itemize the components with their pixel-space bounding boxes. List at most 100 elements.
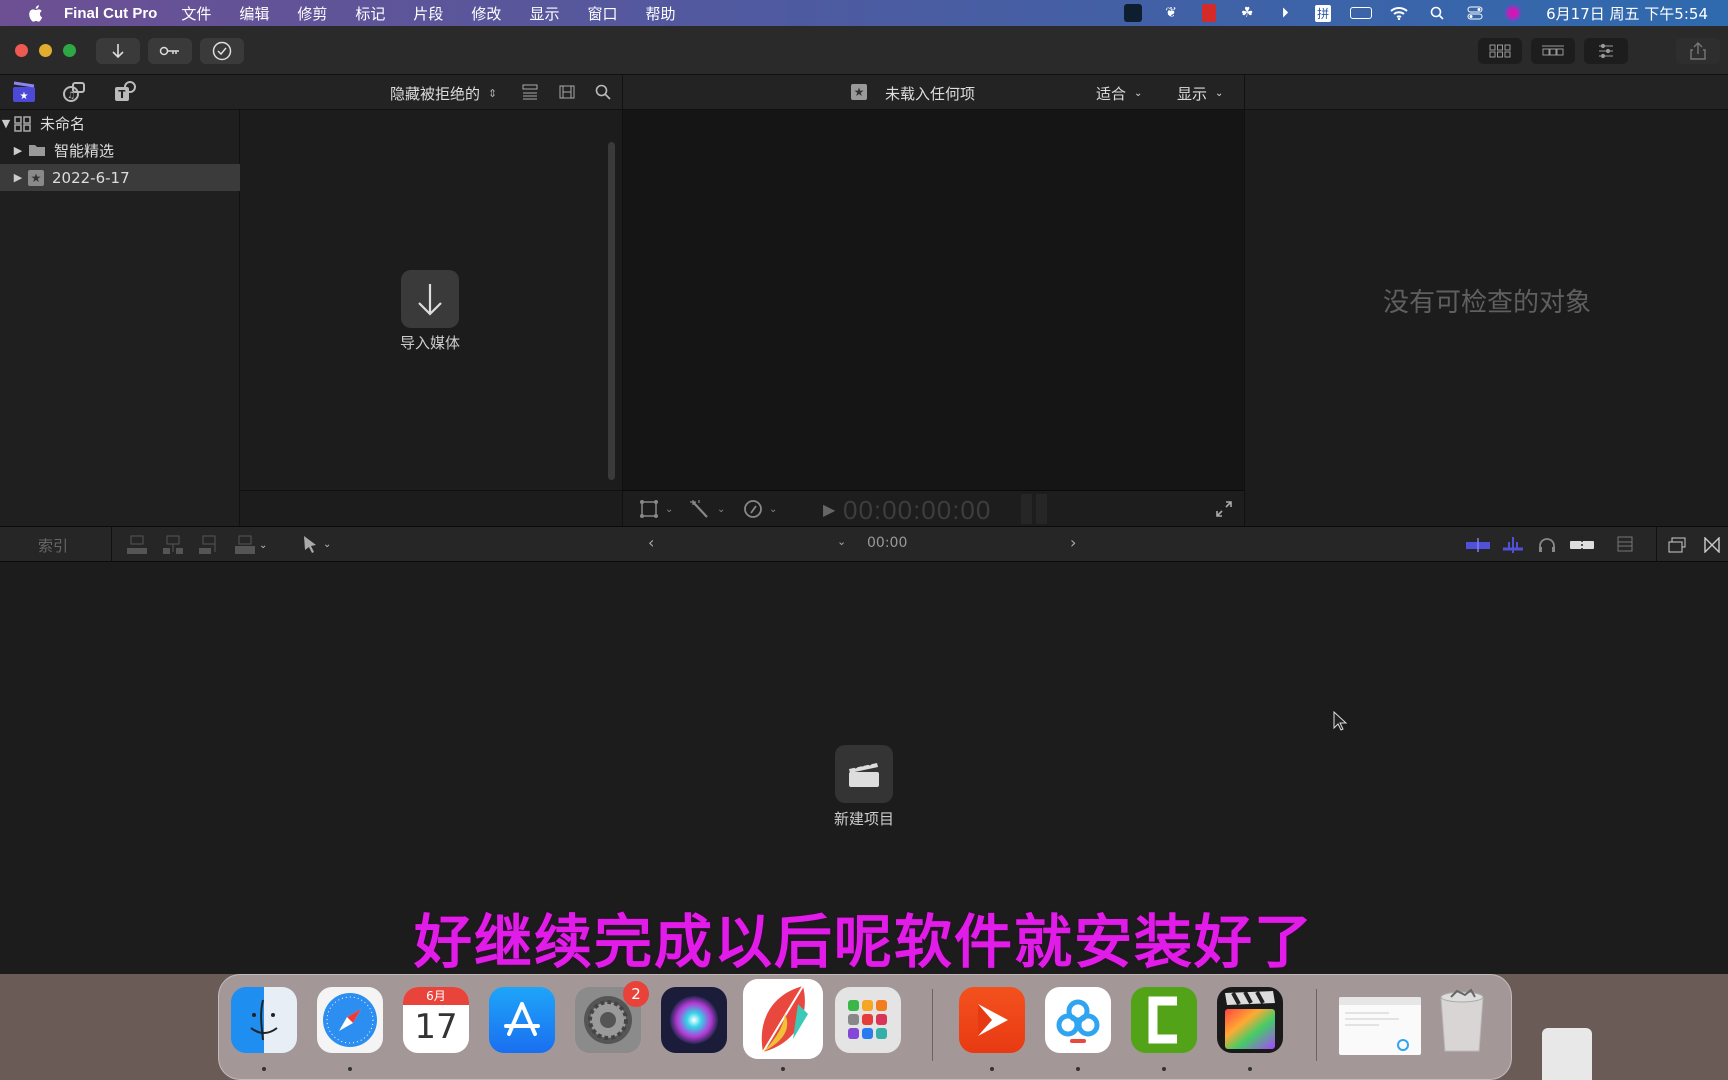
filter-popup[interactable]: 隐藏被拒绝的 ⇕ xyxy=(390,83,497,104)
insert-clip-icon[interactable] xyxy=(163,535,183,555)
import-media-button[interactable] xyxy=(401,270,459,328)
timeline-forward-button[interactable]: › xyxy=(1070,533,1076,552)
dock-colorful-app[interactable] xyxy=(743,979,823,1059)
wifi-icon[interactable] xyxy=(1388,3,1410,23)
append-clip-icon[interactable] xyxy=(199,535,219,555)
dock-camtasia[interactable] xyxy=(1131,987,1197,1053)
control-center-icon[interactable] xyxy=(1464,3,1486,23)
browser-scrollbar[interactable] xyxy=(608,142,615,480)
chevron-down-icon[interactable]: ⌄ xyxy=(837,535,846,548)
titles-generators-icon: T xyxy=(115,81,136,101)
menu-mark[interactable]: 标记 xyxy=(355,3,385,24)
dock-launchpad[interactable] xyxy=(835,987,901,1053)
dock-calendar[interactable]: 6月 17 xyxy=(403,987,469,1053)
snapping-icon[interactable] xyxy=(1570,536,1594,554)
skimming-icon[interactable] xyxy=(1466,538,1490,552)
menu-modify[interactable]: 修改 xyxy=(471,3,501,24)
libraries-tab[interactable]: ★ xyxy=(12,81,36,103)
timeline-back-button[interactable]: ‹ xyxy=(648,533,654,552)
library-row[interactable]: ▼ 未命名 xyxy=(0,110,240,137)
dock-safari[interactable] xyxy=(317,987,383,1053)
fullscreen-icon[interactable] xyxy=(1215,500,1233,518)
share-button[interactable] xyxy=(1676,38,1720,64)
desktop-printer-icon[interactable] xyxy=(1542,1028,1592,1080)
sidebar-item-event[interactable]: ▶ ★ 2022-6-17 xyxy=(0,164,240,191)
browser-footer xyxy=(240,490,622,526)
transform-button[interactable]: ⌄ xyxy=(639,499,673,519)
clip-appearance-button[interactable] xyxy=(522,84,538,104)
headphones-icon[interactable] xyxy=(1538,537,1556,553)
app-icon-dark[interactable] xyxy=(1122,3,1144,23)
dock-final-cut-pro[interactable] xyxy=(1217,987,1283,1053)
photos-audio-icon: ♫ xyxy=(63,82,85,102)
spotlight-search-icon[interactable] xyxy=(1426,3,1448,23)
menu-file[interactable]: 文件 xyxy=(181,3,211,24)
photos-audio-tab[interactable]: ♫ xyxy=(62,81,86,103)
play-icon[interactable]: ▶ xyxy=(823,500,835,519)
zoom-window-button[interactable] xyxy=(63,44,76,57)
minimize-window-button[interactable] xyxy=(39,44,52,57)
dock-media-player[interactable] xyxy=(959,987,1025,1053)
import-icon xyxy=(112,44,124,59)
apple-menu-icon[interactable] xyxy=(24,2,46,24)
filmstrip-button[interactable] xyxy=(559,84,575,104)
close-window-button[interactable] xyxy=(15,44,28,57)
event-star-icon: ★ xyxy=(28,169,44,186)
timeline-index-window-icon[interactable] xyxy=(1668,537,1686,553)
inspector-layout-button[interactable] xyxy=(1584,38,1628,64)
timeline-layout-icon xyxy=(1542,45,1564,56)
select-tool-button[interactable]: ⌄ xyxy=(303,535,331,553)
dock-app-store[interactable] xyxy=(489,987,555,1053)
timeline-index-button[interactable]: 索引 xyxy=(38,535,68,556)
red-app-icon[interactable] xyxy=(1198,3,1220,23)
running-indicator xyxy=(781,1067,785,1071)
sidebar-item-label: 2022-6-17 xyxy=(52,168,130,187)
sidebar-item-smart-collections[interactable]: ▶ 智能精选 xyxy=(0,137,240,164)
dock-finder[interactable] xyxy=(231,987,297,1053)
menu-clip[interactable]: 片段 xyxy=(413,3,443,24)
menu-trim[interactable]: 修剪 xyxy=(297,3,327,24)
retime-button[interactable]: ⌄ xyxy=(743,499,777,519)
dock-document-window[interactable] xyxy=(1339,997,1421,1055)
menu-view[interactable]: 显示 xyxy=(529,3,559,24)
magic-wand-icon xyxy=(690,500,708,518)
enhance-button[interactable]: ⌄ xyxy=(689,499,725,519)
keyword-button[interactable] xyxy=(148,38,192,64)
audio-skimming-icon[interactable] xyxy=(1503,537,1523,553)
transitions-browser-icon[interactable] xyxy=(1704,537,1720,553)
leaf-icon[interactable]: ❦ xyxy=(1160,3,1182,23)
viewer-pane xyxy=(622,110,1244,490)
new-project-button[interactable] xyxy=(835,745,893,803)
pinyin-input-icon[interactable]: 拼 xyxy=(1312,3,1334,23)
view-popup[interactable]: 显示 ⌄ xyxy=(1177,83,1223,104)
menu-window[interactable]: 窗口 xyxy=(587,3,617,24)
disclosure-open-icon[interactable]: ▼ xyxy=(0,117,12,130)
filmstrip-icon xyxy=(559,85,575,99)
menu-app-name[interactable]: Final Cut Pro xyxy=(64,5,157,22)
browser-layout-button[interactable] xyxy=(1478,38,1522,64)
play-circle-icon[interactable]: ⏵ xyxy=(1274,3,1296,23)
disclosure-closed-icon[interactable]: ▶ xyxy=(12,144,24,157)
background-tasks-button[interactable] xyxy=(200,38,244,64)
clip-appearance-icon[interactable] xyxy=(1617,536,1633,554)
siri-icon[interactable] xyxy=(1502,3,1524,23)
battery-charging-icon[interactable] xyxy=(1350,3,1373,23)
baidu-cloud-icon[interactable]: ☘ xyxy=(1236,3,1258,23)
menu-edit[interactable]: 编辑 xyxy=(239,3,269,24)
disclosure-closed-icon[interactable]: ▶ xyxy=(12,171,24,184)
dock-baidu-netdisk[interactable] xyxy=(1045,987,1111,1053)
final-cut-pro-icon xyxy=(1225,991,1275,1049)
dock-siri[interactable] xyxy=(661,987,727,1053)
zoom-popup[interactable]: 适合 ⌄ xyxy=(1096,83,1142,104)
dock-trash[interactable] xyxy=(1429,987,1495,1053)
overwrite-clip-icon xyxy=(235,535,255,554)
viewer-timecode: 00:00:00:00 xyxy=(843,495,992,525)
overwrite-clip-button[interactable]: ⌄ xyxy=(235,535,267,555)
connect-clip-icon[interactable] xyxy=(127,535,147,555)
titles-generators-tab[interactable]: T xyxy=(113,81,137,103)
timeline-layout-button[interactable] xyxy=(1531,38,1575,64)
import-button[interactable] xyxy=(96,38,140,64)
clock[interactable]: 6月17日 周五 下午5:54 xyxy=(1546,3,1708,24)
menu-help[interactable]: 帮助 xyxy=(645,3,675,24)
browser-search-button[interactable] xyxy=(595,84,611,104)
